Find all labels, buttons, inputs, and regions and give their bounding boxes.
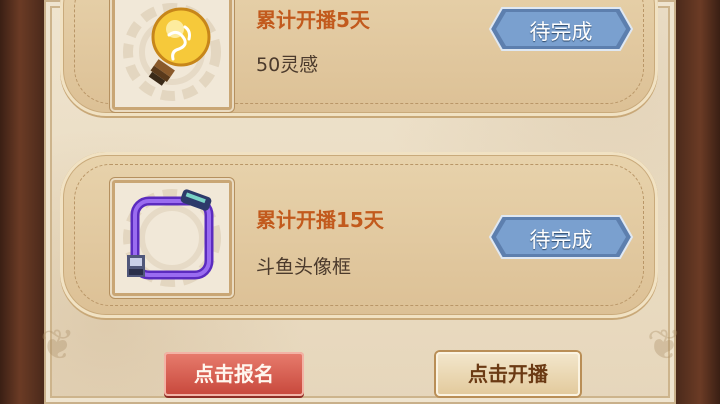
right-wooden-frame [676,0,720,404]
reward-item-slot [112,180,232,296]
task-card: 累计开播15天 斗鱼头像框 待完成 [60,152,658,318]
pending-status-button[interactable]: 待完成 [488,6,634,52]
task-reward: 斗鱼头像框 [256,256,352,278]
lightbulb-icon [123,3,221,101]
task-title: 累计开播15天 [256,208,384,232]
swirl-ornament: ❦ [646,320,682,369]
register-button[interactable]: 点击报名 [164,352,304,396]
pending-status-button[interactable]: 待完成 [488,214,634,260]
swirl-ornament: ❦ [40,320,76,369]
left-wooden-frame [0,0,44,404]
status-label: 待完成 [529,20,593,44]
avatar-frame-icon [123,189,221,287]
start-broadcast-button[interactable]: 点击开播 [436,352,580,396]
status-label: 待完成 [529,228,593,252]
task-title: 累计开播5天 [256,8,370,32]
task-reward: 50灵感 [256,54,319,76]
reward-item-slot [112,0,232,110]
task-card: 累计开播5天 50灵感 待完成 [60,0,658,116]
